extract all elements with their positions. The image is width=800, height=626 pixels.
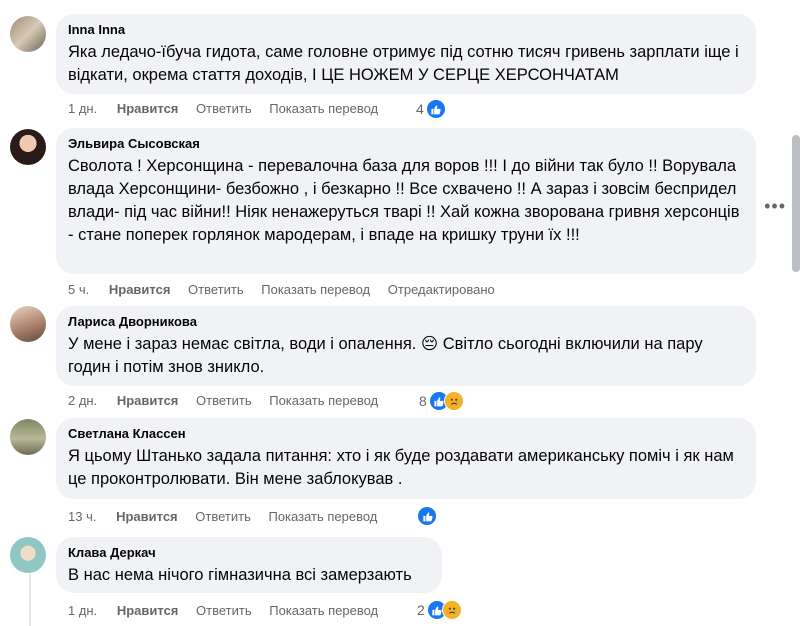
- comment-time[interactable]: 1 дн.: [68, 101, 97, 116]
- thread-line: [29, 574, 31, 626]
- scrollbar[interactable]: [792, 135, 800, 272]
- comment-bubble: Светлана Классен Я цьому Штанько задала …: [56, 418, 756, 499]
- reaction-summary[interactable]: 2: [417, 600, 462, 620]
- reaction-summary[interactable]: 8: [419, 391, 464, 411]
- comment-bubble: Эльвира Сысовская Сволота ! Херсонщина -…: [56, 128, 756, 274]
- comment-author[interactable]: Эльвира Сысовская: [68, 136, 744, 152]
- sad-icon: [441, 600, 462, 620]
- reaction-count: 2: [417, 602, 425, 618]
- like-button[interactable]: Нравится: [117, 393, 179, 408]
- comment-text: Сволота ! Херсонщина - перевалочна база …: [68, 157, 740, 244]
- comment-author[interactable]: Светлана Классен: [68, 426, 744, 442]
- more-horizontal-icon[interactable]: •••: [764, 196, 786, 217]
- avatar[interactable]: [10, 419, 46, 455]
- translate-button[interactable]: Показать перевод: [269, 603, 378, 618]
- translate-button[interactable]: Показать перевод: [269, 101, 378, 116]
- comment-author[interactable]: Клава Деркач: [68, 545, 430, 561]
- comment-bubble: Inna Inna Яка ледачо-їбуча гидота, саме …: [56, 14, 756, 94]
- comment-actions: 1 дн. Нравится Ответить Показать перевод: [68, 603, 392, 619]
- like-button[interactable]: Нравится: [109, 282, 171, 297]
- like-button[interactable]: Нравится: [116, 509, 178, 524]
- avatar[interactable]: [10, 537, 46, 573]
- like-button[interactable]: Нравится: [117, 603, 179, 618]
- comment-bubble: Лариса Дворникова У мене і зараз немає с…: [56, 306, 756, 386]
- translate-button[interactable]: Показать перевод: [261, 282, 370, 297]
- comment-actions: 2 дн. Нравится Ответить Показать перевод: [68, 393, 392, 409]
- reply-button[interactable]: Ответить: [196, 393, 252, 408]
- like-icon: [425, 99, 446, 119]
- reply-button[interactable]: Ответить: [196, 101, 252, 116]
- reaction-summary[interactable]: 4: [416, 99, 446, 119]
- translate-button[interactable]: Показать перевод: [268, 509, 377, 524]
- like-icon: [417, 506, 437, 526]
- reply-button[interactable]: Ответить: [196, 603, 252, 618]
- sad-icon: [443, 391, 464, 411]
- translate-button[interactable]: Показать перевод: [269, 393, 378, 408]
- reply-button[interactable]: Ответить: [195, 509, 251, 524]
- reaction-summary[interactable]: [417, 506, 437, 526]
- reaction-count: 4: [416, 101, 424, 117]
- avatar[interactable]: [10, 306, 46, 342]
- reaction-count: 8: [419, 393, 427, 409]
- comment-time[interactable]: 5 ч.: [68, 282, 89, 297]
- comment-time[interactable]: 2 дн.: [68, 393, 97, 408]
- comment-actions: 13 ч. Нравится Ответить Показать перевод: [68, 509, 391, 525]
- comment-text: Я цьому Штанько задала питання: хто і як…: [68, 447, 734, 488]
- like-button[interactable]: Нравится: [117, 101, 179, 116]
- comment-text: Яка ледачо-їбуча гидота, саме головне от…: [68, 43, 739, 84]
- avatar[interactable]: [10, 16, 46, 52]
- comment-actions: 5 ч. Нравится Ответить Показать перевод …: [68, 282, 509, 298]
- comment-bubble: Клава Деркач В нас нема нічого гімназичн…: [56, 537, 442, 593]
- edited-label: Отредактировано: [387, 282, 495, 297]
- comment-actions: 1 дн. Нравится Ответить Показать перевод: [68, 101, 392, 117]
- comment-text: У мене і зараз немає світла, води і опал…: [68, 335, 703, 376]
- comment-author[interactable]: Inna Inna: [68, 22, 744, 38]
- comment-time[interactable]: 13 ч.: [68, 509, 96, 524]
- comment-author[interactable]: Лариса Дворникова: [68, 314, 744, 330]
- comment-time[interactable]: 1 дн.: [68, 603, 97, 618]
- comment-text: В нас нема нічого гімназична всі замерза…: [68, 566, 412, 584]
- reply-button[interactable]: Ответить: [188, 282, 244, 297]
- avatar[interactable]: [10, 129, 46, 165]
